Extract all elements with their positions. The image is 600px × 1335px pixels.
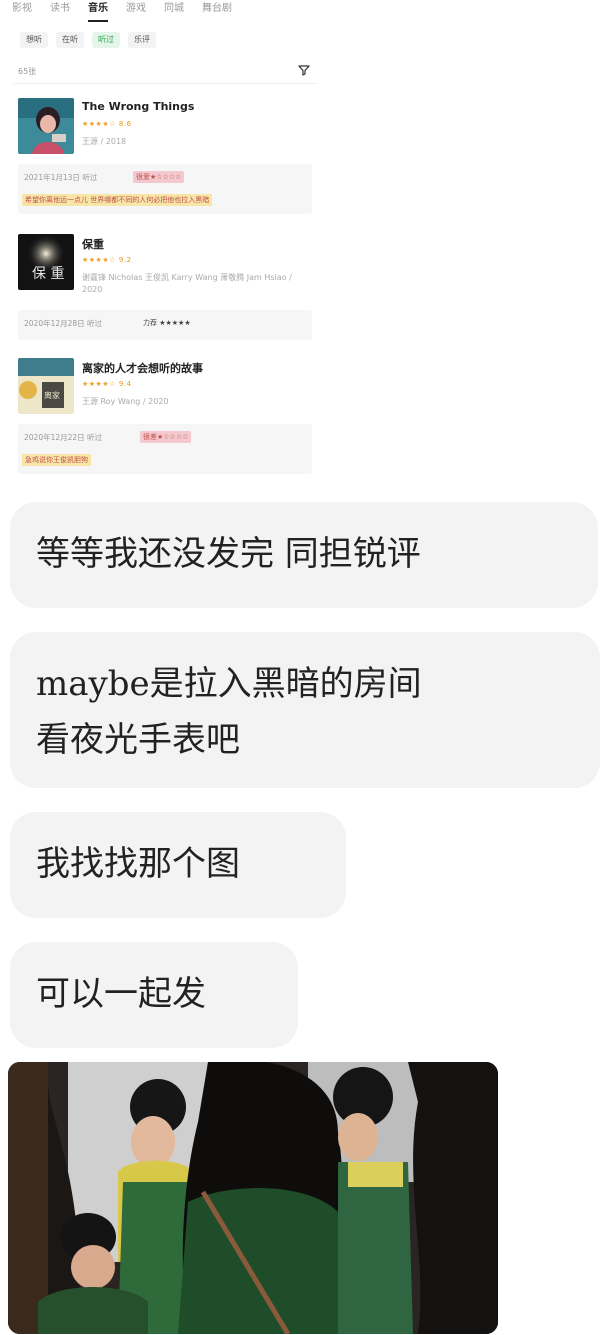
chat-message[interactable]: 我找找那个图	[10, 812, 346, 918]
album-title: 保重	[82, 238, 104, 251]
chip-listening: 在听	[56, 32, 84, 48]
chip-reviews: 乐评	[128, 32, 156, 48]
filter-icon	[298, 65, 310, 76]
listen-date: 2020年12月28日 听过	[24, 319, 103, 328]
listen-date: 2020年12月22日 听过	[24, 433, 103, 442]
listen-note: 2020年12月22日 听过 很差★☆☆☆☆ 急鸡说你王俊凯胆狗	[18, 424, 312, 474]
message-text: 等等我还没发完 同担锐评	[36, 534, 421, 574]
svg-text:保 重: 保 重	[32, 266, 64, 282]
comment-text: 希望你离他远一点儿 世界哪都不同的人何必把他也拉入黑暗	[22, 194, 213, 206]
comment-text: 急鸡说你王俊凯胆狗	[22, 454, 91, 466]
rating-score: 9.4	[118, 380, 132, 388]
svg-text:离家: 离家	[44, 390, 60, 400]
tab-local: 同城	[164, 3, 184, 14]
album-meta: 王源 Roy Wang / 2020	[82, 397, 169, 406]
chat-message[interactable]: 可以一起发	[10, 942, 298, 1048]
tab-movies: 影视	[12, 3, 32, 14]
rating-stars: ★★★★☆ 8.6	[82, 120, 132, 128]
listen-note: 2020年12月28日 听过 力荐 ★★★★★	[18, 310, 312, 340]
message-text-line: 看夜光手表吧	[36, 720, 240, 760]
album-meta: 王源 / 2018	[82, 137, 127, 146]
chat-message[interactable]: maybe是拉入黑暗的房间 看夜光手表吧	[10, 632, 600, 788]
tab-drama: 舞台剧	[202, 3, 232, 14]
rating-tag: 很爱★☆☆☆☆	[133, 171, 185, 183]
album-cover	[18, 98, 74, 154]
tab-music: 音乐	[88, 0, 108, 22]
category-tabs: 影视 读书 音乐 游戏 同城 舞台剧	[12, 0, 232, 22]
chat-message[interactable]: 等等我还没发完 同担锐评	[10, 502, 598, 608]
rating-stars: ★★★★☆ 9.2	[82, 256, 132, 264]
message-text: 可以一起发	[36, 974, 206, 1014]
listen-note: 2021年1月13日 听过 很爱★☆☆☆☆ 希望你离他远一点儿 世界哪都不同的人…	[18, 164, 312, 214]
status-chips: 想听 在听 听过 乐评	[20, 32, 156, 48]
shared-photo[interactable]	[8, 1062, 498, 1334]
shared-screenshot[interactable]: 影视 读书 音乐 游戏 同城 舞台剧 想听 在听 听过 乐评 65张 The W…	[0, 0, 330, 490]
album-meta: 谢霆锋 Nicholas 王俊凯 Karry Wang 萧敬腾 Jam Hsia…	[82, 273, 292, 294]
item-count: 65张	[18, 67, 37, 76]
message-text: 我找找那个图	[36, 844, 240, 884]
rating-tag: 很差★☆☆☆☆	[140, 431, 192, 443]
tab-books: 读书	[50, 3, 70, 14]
photo-image	[8, 1062, 498, 1334]
rating-stars: ★★★★☆ 9.4	[82, 380, 132, 388]
rating-score: 9.2	[118, 256, 132, 264]
chip-want: 想听	[20, 32, 48, 48]
album-cover: 离家	[18, 358, 74, 414]
divider	[14, 83, 316, 84]
chip-listened: 听过	[92, 32, 120, 48]
rating-tag: 力荐 ★★★★★	[143, 319, 191, 327]
rating-score: 8.6	[118, 120, 132, 128]
listen-date: 2021年1月13日 听过	[24, 173, 98, 182]
album-title: 离家的人才会想听的故事	[82, 362, 203, 375]
album-title: The Wrong Things	[82, 100, 195, 113]
message-text-line: maybe是拉入黑暗的房间	[36, 664, 422, 704]
tab-games: 游戏	[126, 3, 146, 14]
album-cover: 保 重	[18, 234, 74, 290]
